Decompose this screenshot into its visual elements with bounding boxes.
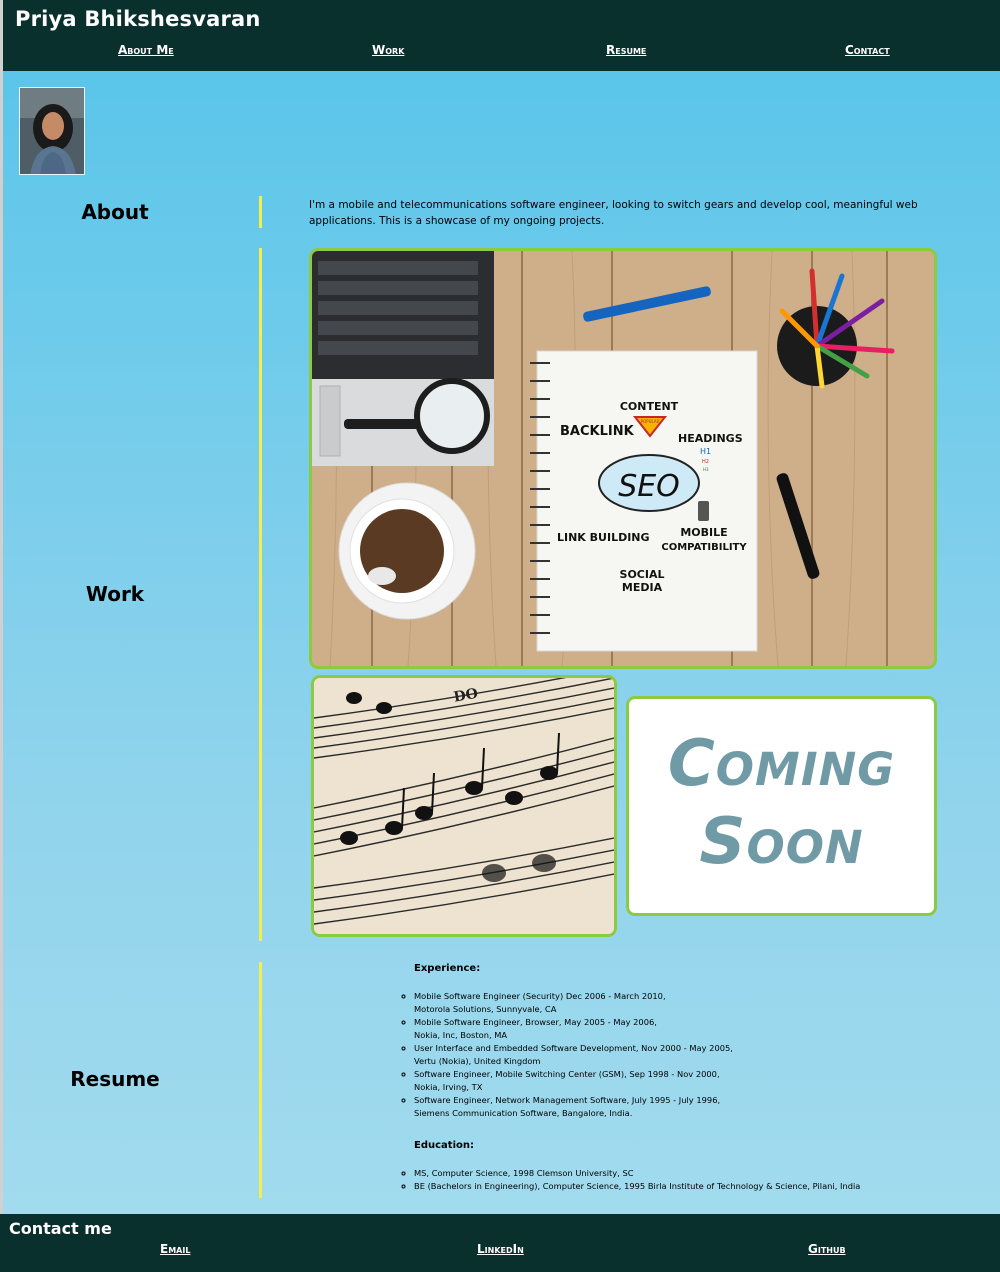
seo-backlink-label: BACKLINK bbox=[560, 424, 635, 439]
profile-photo bbox=[19, 87, 85, 175]
experience-item-company: Siemens Communication Software, Bangalor… bbox=[414, 1108, 633, 1118]
experience-heading: Experience: bbox=[414, 963, 481, 974]
seo-compatibility-label: COMPATIBILITY bbox=[661, 542, 747, 553]
experience-list: Mobile Software Engineer (Security) Dec … bbox=[414, 990, 956, 1120]
email-link[interactable]: Email bbox=[160, 1242, 190, 1256]
about-heading: About bbox=[81, 200, 149, 224]
coming-soon-line1: Coming bbox=[667, 727, 896, 801]
seo-h2-label: H2 bbox=[702, 459, 709, 465]
site-footer: Contact me Email LinkedIn Github bbox=[0, 1214, 1000, 1272]
project-card-music[interactable]: DO bbox=[311, 675, 617, 937]
site-header: Priya Bhikshesvaran About Me Work Resume… bbox=[3, 0, 1000, 71]
about-divider bbox=[259, 196, 262, 228]
education-heading: Education: bbox=[414, 1140, 474, 1151]
project-card-seo[interactable]: SEO CONTENT POPULAR BACKLINK HEADINGS H1… bbox=[309, 248, 937, 669]
coming-soon-text: Coming Soon bbox=[629, 725, 934, 881]
seo-link-building-label: LINK BUILDING bbox=[557, 531, 650, 544]
experience-item: Software Engineer, Mobile Switching Cent… bbox=[414, 1068, 956, 1094]
experience-item: Software Engineer, Network Management So… bbox=[414, 1094, 956, 1120]
github-link[interactable]: Github bbox=[808, 1242, 846, 1256]
resume-content: Experience: Mobile Software Engineer (Se… bbox=[396, 963, 956, 1193]
seo-h3-label: H3 bbox=[703, 467, 709, 472]
seo-media-label: MEDIA bbox=[622, 581, 663, 594]
nav-work[interactable]: Work bbox=[372, 43, 404, 57]
coming-soon-line2: Soon bbox=[699, 805, 864, 879]
contact-heading: Contact me bbox=[9, 1219, 112, 1238]
seo-headings-label: HEADINGS bbox=[678, 432, 743, 445]
experience-item: Mobile Software Engineer, Browser, May 2… bbox=[414, 1016, 956, 1042]
experience-item-company: Motorola Solutions, Sunnyvale, CA bbox=[414, 1004, 557, 1014]
experience-item-company: Nokia, Inc, Boston, MA bbox=[414, 1030, 508, 1040]
site-title: Priya Bhikshesvaran bbox=[15, 7, 261, 31]
education-item: MS, Computer Science, 1998 Clemson Unive… bbox=[414, 1167, 956, 1180]
experience-item-company: Vertu (Nokia), United Kingdom bbox=[414, 1056, 541, 1066]
about-text: I'm a mobile and telecommunications soft… bbox=[309, 199, 918, 227]
seo-desk-image: SEO CONTENT POPULAR BACKLINK HEADINGS H1… bbox=[312, 251, 934, 666]
linkedin-link[interactable]: LinkedIn bbox=[477, 1242, 524, 1256]
seo-social-label: SOCIAL bbox=[620, 568, 665, 581]
nav-contact[interactable]: Contact bbox=[845, 43, 890, 57]
seo-h1-label: H1 bbox=[700, 447, 711, 456]
nav-about-me[interactable]: About Me bbox=[118, 43, 174, 57]
experience-item: Mobile Software Engineer (Security) Dec … bbox=[414, 990, 956, 1016]
sheet-music-image: DO bbox=[314, 678, 614, 934]
experience-item-role: Mobile Software Engineer, Browser, May 2… bbox=[414, 1017, 657, 1027]
nav-resume[interactable]: Resume bbox=[606, 43, 646, 57]
resume-heading: Resume bbox=[70, 1067, 160, 1091]
resume-divider bbox=[259, 962, 262, 1198]
work-heading: Work bbox=[85, 582, 145, 606]
seo-content-label: CONTENT bbox=[620, 400, 679, 413]
experience-item-role: Software Engineer, Mobile Switching Cent… bbox=[414, 1069, 720, 1079]
project-card-coming-soon[interactable]: Coming Soon bbox=[626, 696, 937, 916]
education-item: BE (Bachelors in Engineering), Computer … bbox=[414, 1180, 956, 1193]
experience-item: User Interface and Embedded Software Dev… bbox=[414, 1042, 956, 1068]
experience-item-role: User Interface and Embedded Software Dev… bbox=[414, 1043, 733, 1053]
experience-item-role: Software Engineer, Network Management So… bbox=[414, 1095, 721, 1105]
seo-mobile-label: MOBILE bbox=[680, 526, 727, 539]
seo-word: SEO bbox=[618, 469, 680, 504]
seo-popular-label: POPULAR bbox=[641, 419, 660, 424]
experience-item-role: Mobile Software Engineer (Security) Dec … bbox=[414, 991, 666, 1001]
education-list: MS, Computer Science, 1998 Clemson Unive… bbox=[414, 1167, 956, 1193]
work-divider bbox=[259, 248, 262, 941]
experience-item-company: Nokia, Irving, TX bbox=[414, 1082, 483, 1092]
